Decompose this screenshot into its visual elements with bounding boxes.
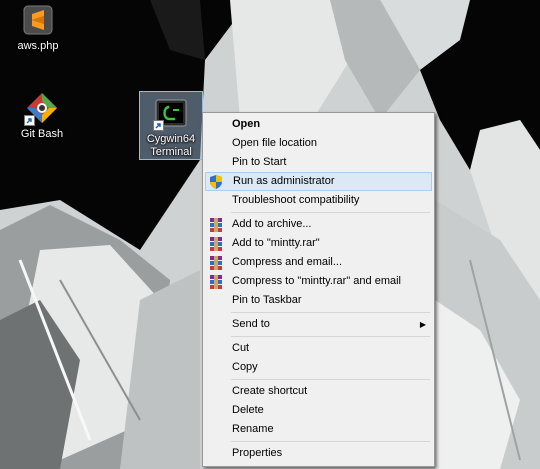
shortcut-arrow-icon xyxy=(24,115,35,126)
desktop-icon-aws-php[interactable]: aws.php xyxy=(6,4,70,53)
menu-separator xyxy=(231,212,430,213)
winrar-icon xyxy=(208,236,224,252)
git-bash-icon xyxy=(24,92,58,126)
menu-item-label: Pin to Taskbar xyxy=(232,294,302,306)
shortcut-arrow-icon xyxy=(153,120,164,131)
menu-item-add-to-mintty-rar[interactable]: Add to "mintty.rar" xyxy=(205,234,432,253)
menu-item-label: Compress to "mintty.rar" and email xyxy=(232,275,401,287)
menu-item-label: Run as administrator xyxy=(233,175,335,187)
sublime-file-icon xyxy=(22,4,54,36)
menu-item-label: Rename xyxy=(232,423,274,435)
menu-item-open-file-location[interactable]: Open file location xyxy=(205,134,432,153)
desktop-icon-git-bash[interactable]: Git Bash xyxy=(10,92,74,141)
menu-item-label: Create shortcut xyxy=(232,385,308,397)
menu-item-cut[interactable]: Cut xyxy=(205,339,432,358)
menu-item-send-to[interactable]: Send to ▶ xyxy=(205,315,432,334)
menu-item-label: Copy xyxy=(232,361,258,373)
menu-item-copy[interactable]: Copy xyxy=(205,358,432,377)
desktop-icon-label: Cygwin64 Terminal xyxy=(146,133,196,158)
menu-item-label: Add to archive... xyxy=(232,218,312,230)
menu-item-label: Pin to Start xyxy=(232,156,287,168)
submenu-arrow-icon: ▶ xyxy=(419,320,426,329)
menu-item-pin-to-taskbar[interactable]: Pin to Taskbar xyxy=(205,291,432,310)
winrar-icon xyxy=(208,217,224,233)
menu-separator xyxy=(231,312,430,313)
desktop-icon-label: aws.php xyxy=(17,40,59,52)
menu-item-pin-to-start[interactable]: Pin to Start xyxy=(205,153,432,172)
winrar-icon xyxy=(208,255,224,271)
menu-item-rename[interactable]: Rename xyxy=(205,420,432,439)
menu-item-label: Open file location xyxy=(232,137,317,149)
menu-item-add-to-archive[interactable]: Add to archive... xyxy=(205,215,432,234)
menu-item-label: Add to "mintty.rar" xyxy=(232,237,320,249)
menu-item-label: Open xyxy=(232,118,261,130)
menu-separator xyxy=(231,441,430,442)
menu-item-create-shortcut[interactable]: Create shortcut xyxy=(205,382,432,401)
menu-item-label: Compress and email... xyxy=(232,256,343,268)
menu-item-properties[interactable]: Properties xyxy=(205,444,432,463)
menu-item-delete[interactable]: Delete xyxy=(205,401,432,420)
menu-item-run-as-administrator[interactable]: Run as administrator xyxy=(205,172,432,191)
uac-shield-icon xyxy=(208,174,224,190)
menu-item-label: Cut xyxy=(232,342,250,354)
menu-item-compress-and-email[interactable]: Compress and email... xyxy=(205,253,432,272)
menu-item-troubleshoot-compatibility[interactable]: Troubleshoot compatibility xyxy=(205,191,432,210)
menu-item-open[interactable]: Open xyxy=(205,115,432,134)
menu-separator xyxy=(231,336,430,337)
context-menu: Open Open file location Pin to Start Run… xyxy=(202,112,435,467)
menu-separator xyxy=(231,379,430,380)
desktop-icon-label: Git Bash xyxy=(20,128,64,140)
menu-item-label: Properties xyxy=(232,447,283,459)
winrar-icon xyxy=(208,274,224,290)
desktop-icon-cygwin64-terminal[interactable]: Cygwin64 Terminal xyxy=(139,91,203,160)
menu-item-label: Delete xyxy=(232,404,264,416)
cygwin-terminal-icon xyxy=(153,97,187,131)
menu-item-label: Send to xyxy=(232,318,270,330)
menu-item-compress-to-mintty-rar-and-email[interactable]: Compress to "mintty.rar" and email xyxy=(205,272,432,291)
menu-item-label: Troubleshoot compatibility xyxy=(232,194,360,206)
